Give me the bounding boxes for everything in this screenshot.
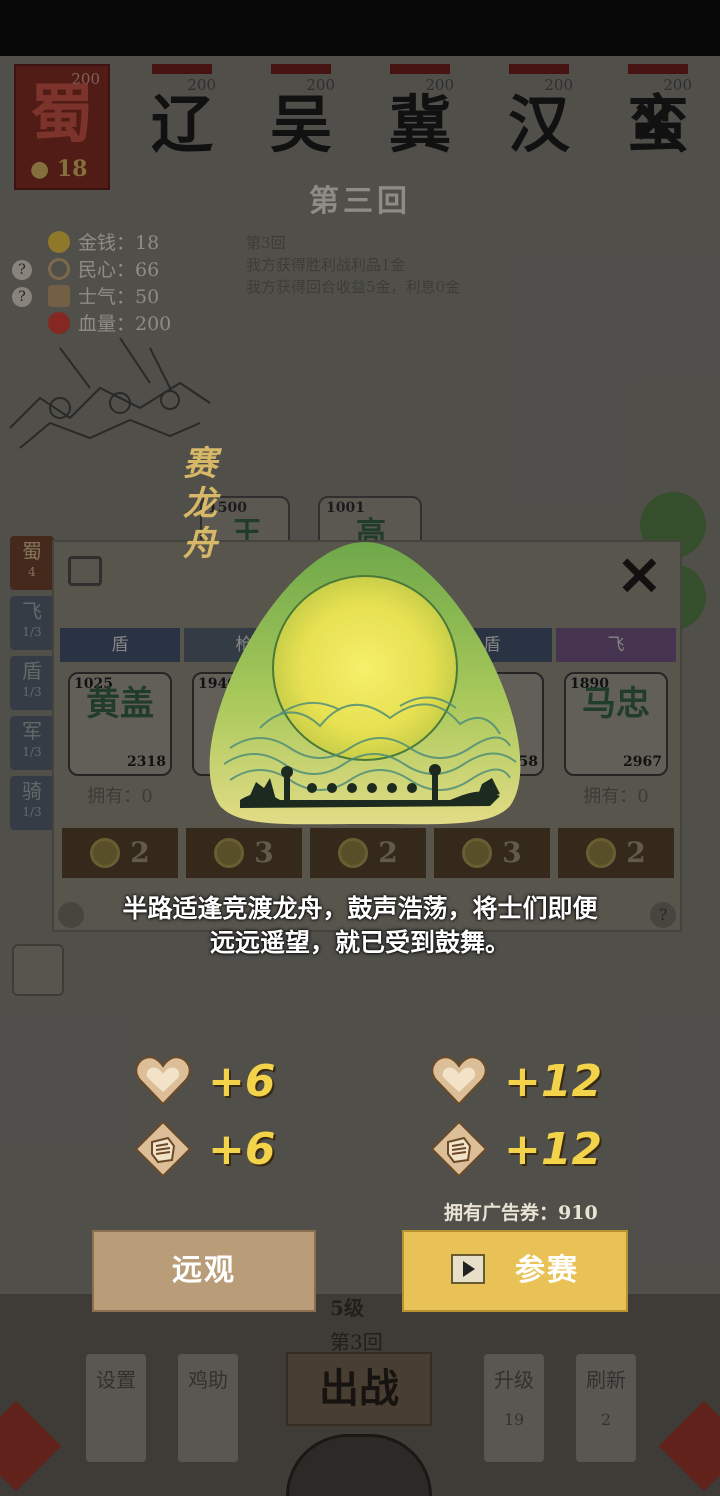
join-race-button[interactable]: 参赛 [402,1230,628,1312]
video-play-icon [451,1254,485,1284]
heart-icon [431,1056,487,1106]
ad-coupon-count: 拥有广告券：910 [444,1202,598,1224]
fist-icon [430,1120,488,1178]
fist-icon [134,1120,192,1178]
event-description: 半路适逢竞渡龙舟，鼓声浩荡，将士们即便 远远遥望，就已受到鼓舞。 [122,894,598,957]
watch-button[interactable]: 远观 [92,1230,316,1312]
dragon-boat-illustration [209,542,521,825]
join-race-label: 参赛 [515,1253,579,1288]
heart-icon [135,1056,191,1106]
